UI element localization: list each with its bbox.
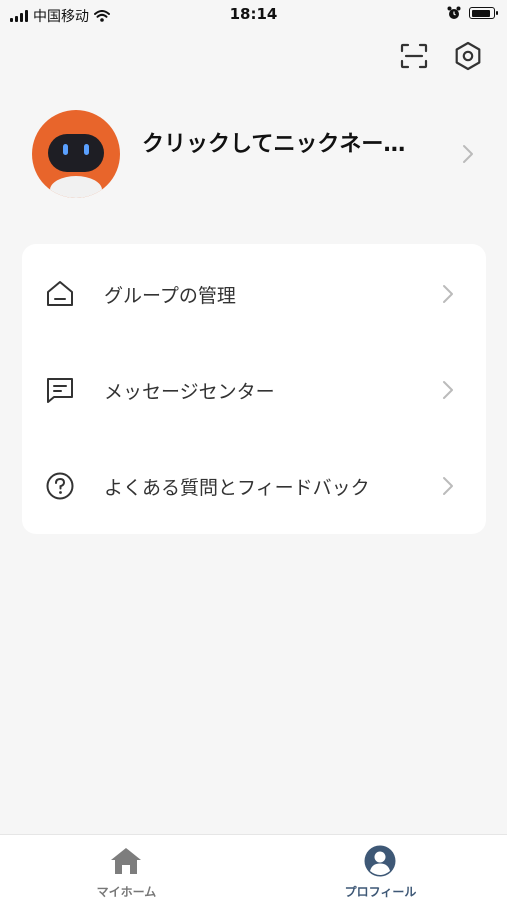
alarm-icon bbox=[447, 6, 461, 19]
tab-my-home[interactable]: マイホーム bbox=[0, 835, 253, 901]
status-bar: 中国移动 18:14 bbox=[0, 0, 507, 30]
home-icon bbox=[44, 278, 76, 310]
robot-avatar[interactable] bbox=[32, 110, 120, 198]
menu-card: グループの管理 メッセージセンター よくある質問とフィードバック bbox=[22, 244, 486, 534]
status-time: 18:14 bbox=[229, 5, 278, 23]
nickname-label[interactable]: クリックしてニックネー… bbox=[142, 126, 447, 158]
chevron-right-icon bbox=[443, 381, 453, 399]
scan-icon[interactable] bbox=[398, 40, 430, 72]
settings-icon[interactable] bbox=[452, 40, 484, 72]
chevron-right-icon bbox=[443, 285, 453, 303]
menu-item-group-management[interactable]: グループの管理 bbox=[22, 246, 486, 342]
menu-item-message-center[interactable]: メッセージセンター bbox=[22, 342, 486, 438]
battery-icon bbox=[469, 7, 498, 19]
tab-bar: マイホーム プロフィール bbox=[0, 834, 507, 901]
status-right bbox=[447, 6, 498, 20]
tab-label: プロフィール bbox=[344, 885, 417, 899]
menu-item-label: グループの管理 bbox=[104, 284, 236, 307]
menu-item-label: メッセージセンター bbox=[104, 380, 275, 403]
chevron-right-icon bbox=[443, 477, 453, 495]
tab-label: マイホーム bbox=[96, 885, 157, 899]
menu-item-faq-feedback[interactable]: よくある質問とフィードバック bbox=[22, 438, 486, 534]
help-icon bbox=[44, 470, 76, 502]
home-icon bbox=[108, 845, 144, 877]
menu-item-label: よくある質問とフィードバック bbox=[104, 476, 370, 499]
profile-row[interactable]: クリックしてニックネー… bbox=[0, 108, 507, 200]
chevron-right-icon bbox=[463, 145, 473, 163]
message-icon bbox=[44, 374, 76, 406]
user-icon bbox=[362, 845, 398, 877]
tab-profile[interactable]: プロフィール bbox=[254, 835, 507, 901]
